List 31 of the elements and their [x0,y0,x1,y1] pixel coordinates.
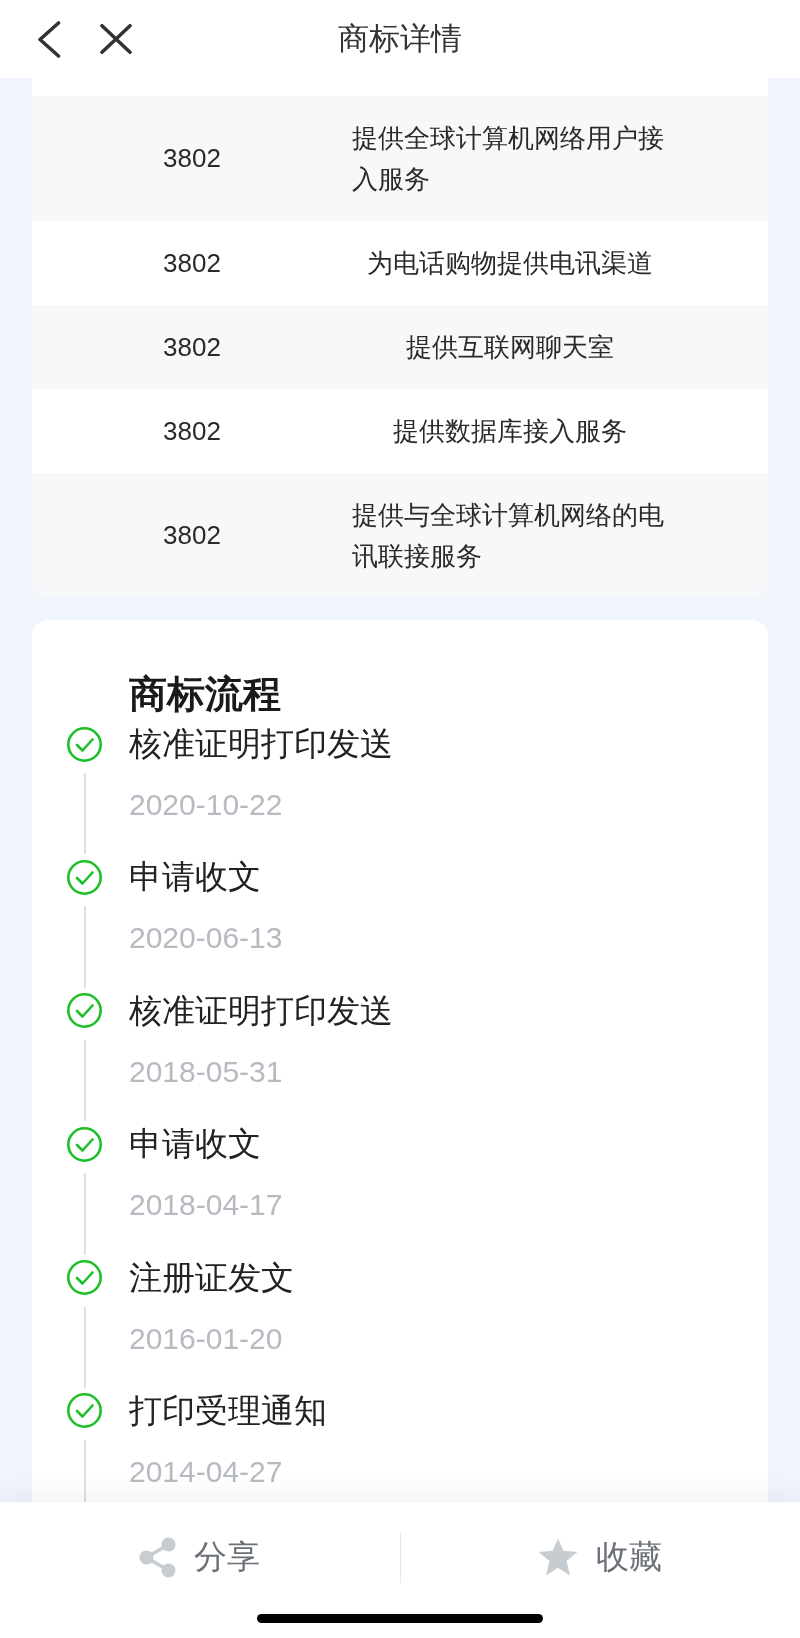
step-name: 核准证明打印发送 [129,990,393,1031]
class-code: 3802 [163,519,221,552]
share-icon [139,1536,177,1578]
step-name: 注册证发文 [129,1257,294,1298]
service-name: 提供数据库接入服务 [393,414,627,448]
step-date: 2020-10-22 [129,787,284,823]
service-name: 提供与全球计算机网络的电讯联接服务 [352,498,665,573]
class-code: 3802 [163,414,221,448]
service-name: 为电话购物提供电讯渠道 [367,246,653,280]
step-date: 2020-06-13 [129,920,283,957]
class-code: 3802 [163,246,221,280]
service-name: 提供全球计算机网络用户接入服务 [352,121,665,196]
service-name: 提供互联网聊天室 [406,330,614,364]
back-icon[interactable] [37,20,61,58]
step-name: 申请收文 [129,1124,262,1165]
section-title: 商标流程 [129,672,281,717]
step-date: 2018-04-17 [129,1187,283,1224]
step-name: 申请收文 [129,857,262,898]
step-name: 核准证明打印发送 [129,724,393,764]
step-name: 打印受理通知 [129,1390,327,1431]
share-button[interactable]: 分享 [0,1527,400,1587]
class-code: 3802 [163,142,221,175]
step-date: 2018-05-31 [129,1053,284,1090]
star-icon [538,1538,579,1576]
page-title: 商标详情 [338,20,462,58]
step-date: 2016-01-20 [129,1320,284,1357]
close-icon[interactable] [100,24,132,54]
step-date: 2014-04-27 [129,1453,284,1490]
timeline-line [83,1439,86,1502]
class-code: 3802 [163,330,221,364]
favorite-button[interactable]: 收藏 [400,1527,800,1587]
